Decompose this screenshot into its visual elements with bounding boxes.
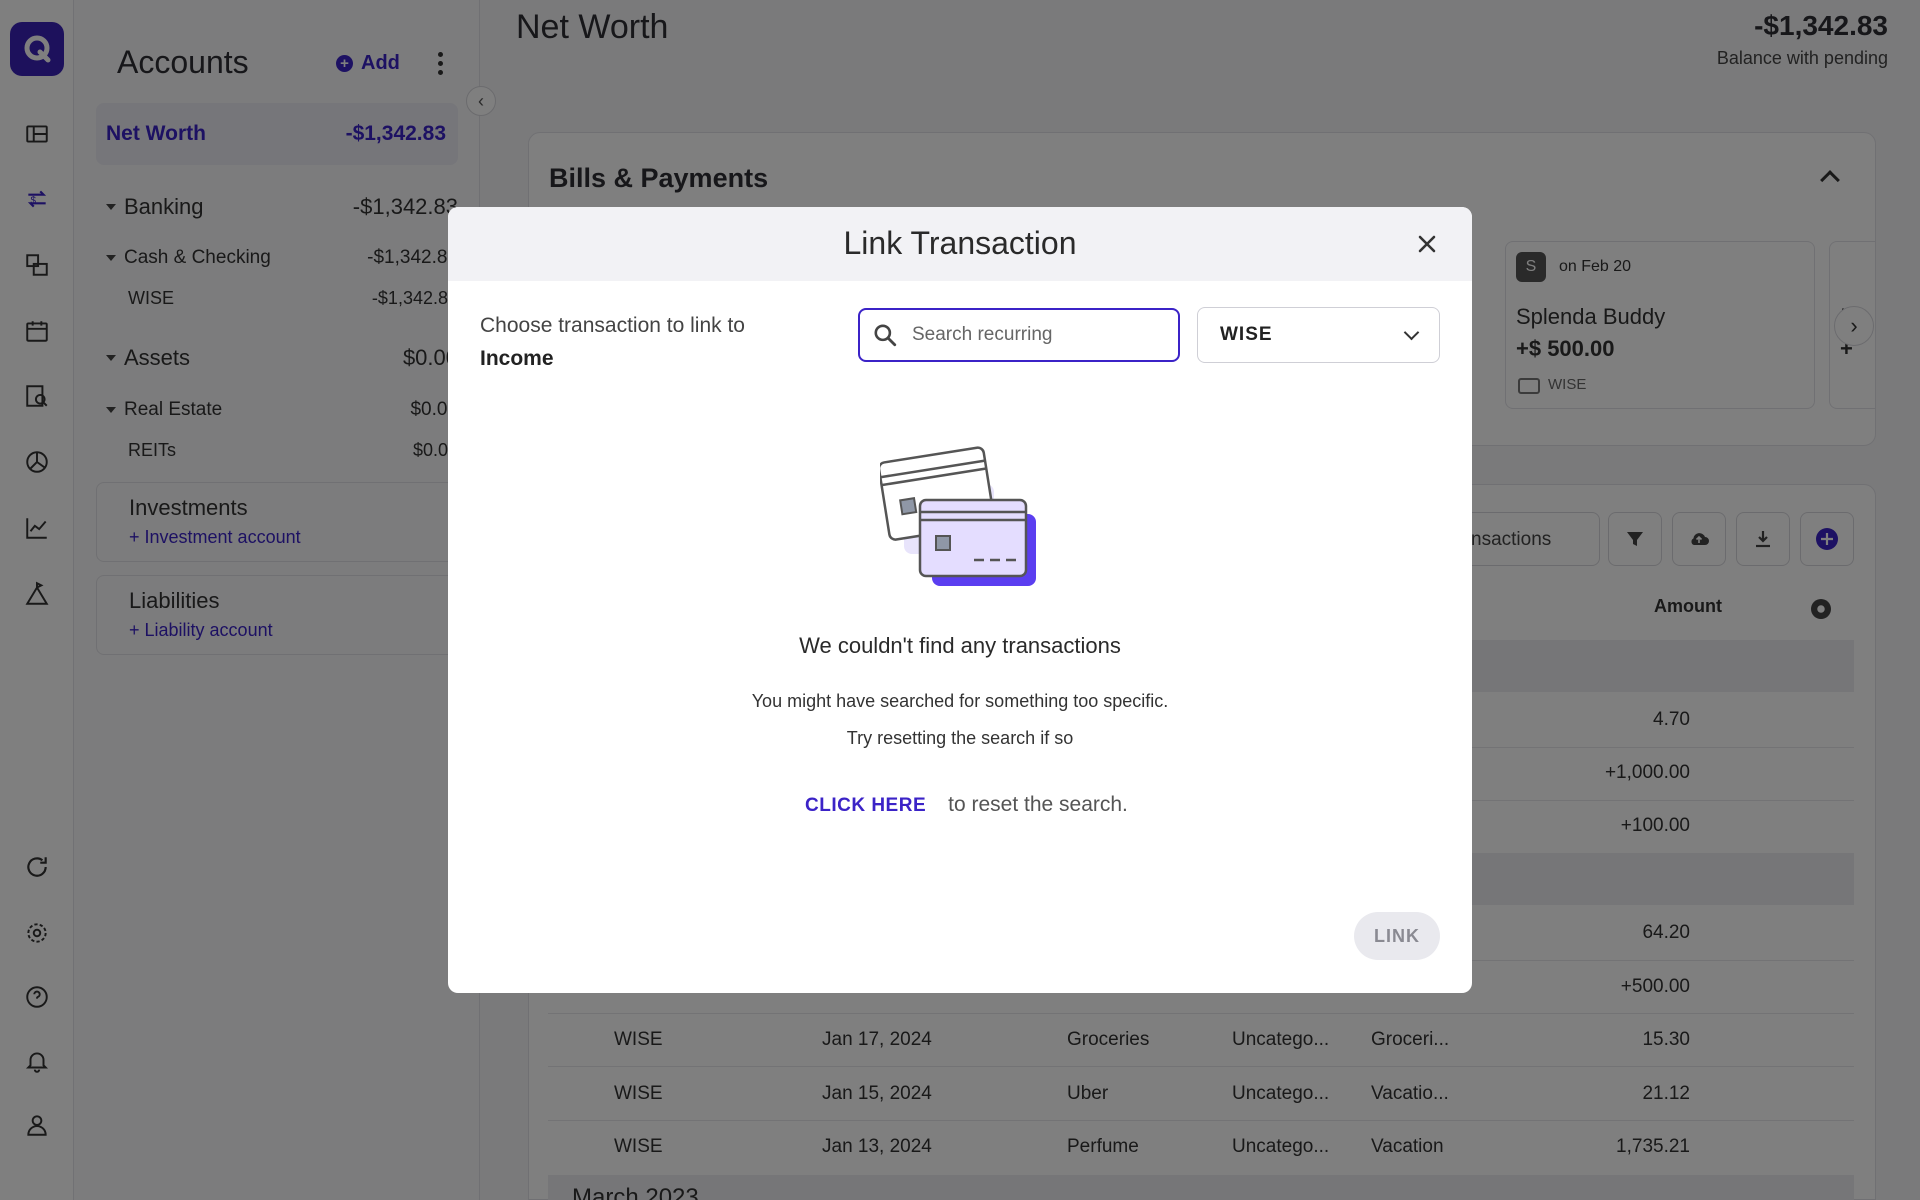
empty-description: You might have searched for something to… [751, 691, 1169, 711]
empty-heading: We couldn't find any transactions [799, 633, 1121, 658]
reset-search-line: CLICK HERE to reset the search. [805, 793, 1128, 817]
chevron-down-icon [1403, 324, 1420, 340]
account-select-value: WISE [1220, 324, 1273, 345]
choose-instructions: Choose transaction to link to Income [480, 309, 745, 375]
modal-title: Link Transaction [843, 225, 1077, 261]
choose-text: Choose transaction to link to [480, 314, 745, 337]
search-field[interactable] [858, 308, 1180, 362]
empty-cards-illustration-icon [880, 446, 1036, 586]
link-transaction-modal: Link Transaction Choose transaction to l… [448, 207, 1472, 993]
link-button[interactable]: LINK [1354, 912, 1440, 960]
reset-search-link[interactable]: CLICK HERE [805, 795, 926, 817]
account-select[interactable]: WISE [1197, 307, 1440, 363]
modal-header: Link Transaction [448, 207, 1472, 281]
choose-target: Income [480, 347, 554, 370]
search-input[interactable] [912, 324, 1162, 346]
close-icon[interactable] [1412, 229, 1442, 259]
reset-search-text: to reset the search. [948, 793, 1128, 816]
empty-hint: Try resetting the search if so [846, 728, 1074, 748]
search-icon [874, 324, 897, 347]
